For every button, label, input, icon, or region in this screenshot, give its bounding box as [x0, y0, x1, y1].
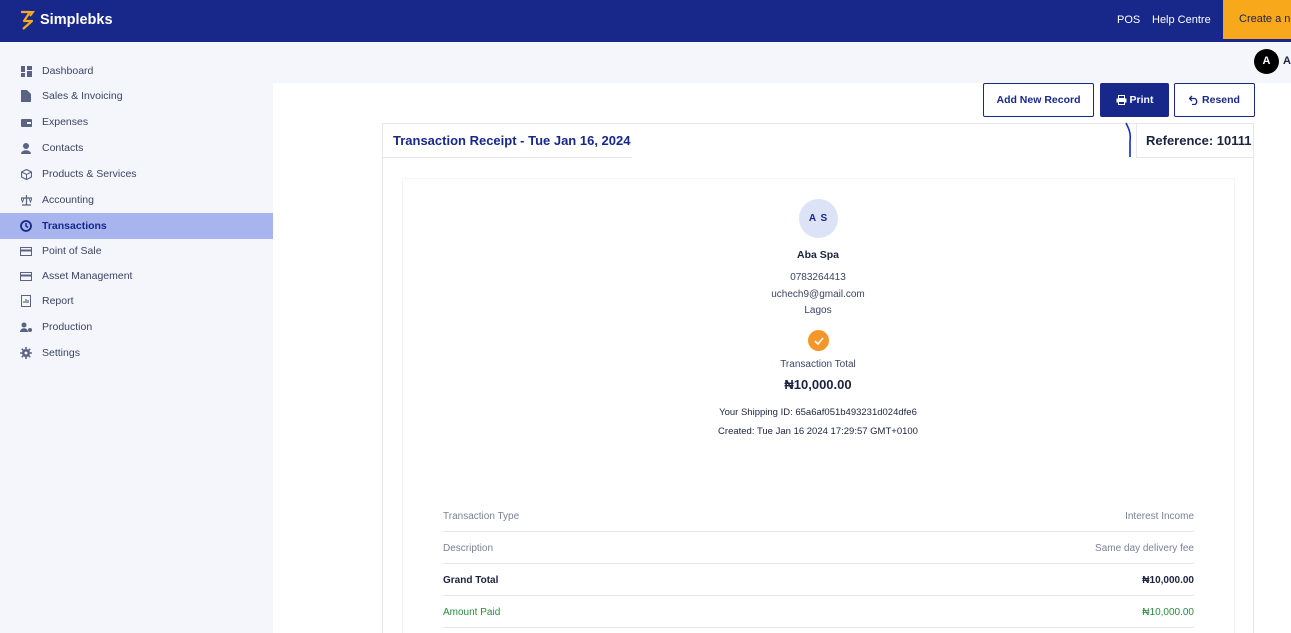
print-label: Print [1129, 94, 1154, 106]
table-row: Amount Paid ₦10,000.00 [443, 596, 1194, 628]
sidebar-item-production[interactable]: Production [0, 314, 273, 340]
transaction-total-label: Transaction Total [780, 359, 856, 370]
row-value: ₦10,000.00 [1142, 575, 1194, 586]
sidebar: Dashboard Sales & Invoicing Expenses Con… [0, 42, 273, 633]
row-value: ₦10,000.00 [1142, 607, 1194, 618]
pos-link[interactable]: POS [1117, 14, 1140, 26]
sidebar-item-expenses[interactable]: Expenses [0, 109, 273, 135]
created-date: Created: Tue Jan 16 2024 17:29:57 GMT+01… [718, 426, 918, 437]
brand-logo[interactable]: Simplebks [18, 8, 113, 32]
row-value: Same day delivery fee [1095, 543, 1194, 554]
sidebar-item-label: Settings [42, 347, 80, 359]
scale-icon [20, 194, 32, 206]
sidebar-item-label: Contacts [42, 142, 84, 154]
avatar[interactable]: A [1254, 49, 1279, 74]
customer-name: Aba Spa [796, 249, 839, 261]
customer-email: uchech9@gmail.com [771, 289, 865, 300]
sidebar-item-sales[interactable]: Sales & Invoicing [0, 83, 273, 109]
sidebar-item-label: Accounting [42, 194, 94, 206]
wallet-icon [20, 116, 32, 128]
sidebar-item-transactions[interactable]: Transactions [0, 213, 273, 239]
transactions-icon [20, 220, 32, 232]
box-icon [20, 168, 32, 180]
customer-city: Lagos [804, 305, 832, 316]
sidebar-item-label: Sales & Invoicing [42, 90, 123, 102]
gear-icon [20, 347, 32, 359]
resend-label: Resend [1202, 94, 1240, 106]
sidebar-item-products[interactable]: Products & Services [0, 161, 273, 187]
dashboard-icon [20, 65, 32, 77]
document-icon [20, 90, 32, 102]
row-label: Amount Paid [443, 607, 501, 618]
customer-phone: 0783264413 [790, 272, 846, 283]
shipping-id: Your Shipping ID: 65a6af051b493231d024df… [719, 407, 917, 418]
table-row: Description Same day delivery fee [443, 532, 1194, 564]
sidebar-item-asset-management[interactable]: Asset Management [0, 263, 273, 289]
undo-icon [1189, 95, 1198, 105]
add-new-record-button[interactable]: Add New Record [983, 83, 1094, 117]
sidebar-item-label: Production [42, 321, 93, 333]
table-row: Transaction Type Interest Income [443, 500, 1194, 532]
transaction-total-value: ₦10,000.00 [784, 377, 852, 392]
sidebar-item-accounting[interactable]: Accounting [0, 187, 273, 213]
brand-name: Simplebks [40, 12, 113, 28]
card-icon [20, 270, 32, 282]
receipt-title: Transaction Receipt - Tue Jan 16, 2024 [393, 133, 631, 148]
user-name[interactable]: A [1283, 55, 1291, 67]
pen-mark [1125, 122, 1132, 157]
add-new-record-label: Add New Record [996, 94, 1081, 106]
table-row: Grand Total ₦10,000.00 [443, 564, 1194, 596]
sidebar-item-report[interactable]: Report [0, 288, 273, 314]
customer-avatar: A S [799, 199, 838, 238]
check-icon [808, 330, 829, 351]
row-label: Grand Total [443, 575, 499, 586]
print-button[interactable]: Print [1100, 83, 1169, 117]
sidebar-item-label: Transactions [42, 220, 107, 232]
row-label: Transaction Type [443, 511, 520, 522]
reference-number: Reference: 10111 [1146, 133, 1252, 148]
person-icon [20, 142, 32, 154]
create-button[interactable]: Create a n [1223, 0, 1291, 39]
printer-icon [1116, 95, 1127, 105]
sidebar-item-label: Point of Sale [42, 245, 102, 257]
sidebar-item-dashboard[interactable]: Dashboard [0, 58, 273, 84]
sidebar-item-label: Report [42, 295, 74, 307]
help-centre-link[interactable]: Help Centre [1152, 14, 1211, 26]
sidebar-item-label: Products & Services [42, 168, 137, 180]
report-icon [20, 295, 32, 307]
card-icon [20, 245, 32, 257]
row-value: Interest Income [1125, 511, 1194, 522]
sidebar-item-point-of-sale[interactable]: Point of Sale [0, 238, 273, 264]
resend-button[interactable]: Resend [1174, 83, 1255, 117]
row-label: Description [443, 543, 494, 554]
sidebar-item-settings[interactable]: Settings [0, 340, 273, 366]
production-icon [20, 321, 32, 333]
sidebar-item-label: Asset Management [42, 270, 133, 282]
sidebar-item-label: Dashboard [42, 65, 94, 77]
sidebar-item-label: Expenses [42, 116, 89, 128]
top-bar: Simplebks POS Help Centre Create a n [0, 0, 1291, 42]
sidebar-item-contacts[interactable]: Contacts [0, 135, 273, 161]
logo-icon [21, 10, 35, 30]
title-divider [383, 157, 632, 158]
